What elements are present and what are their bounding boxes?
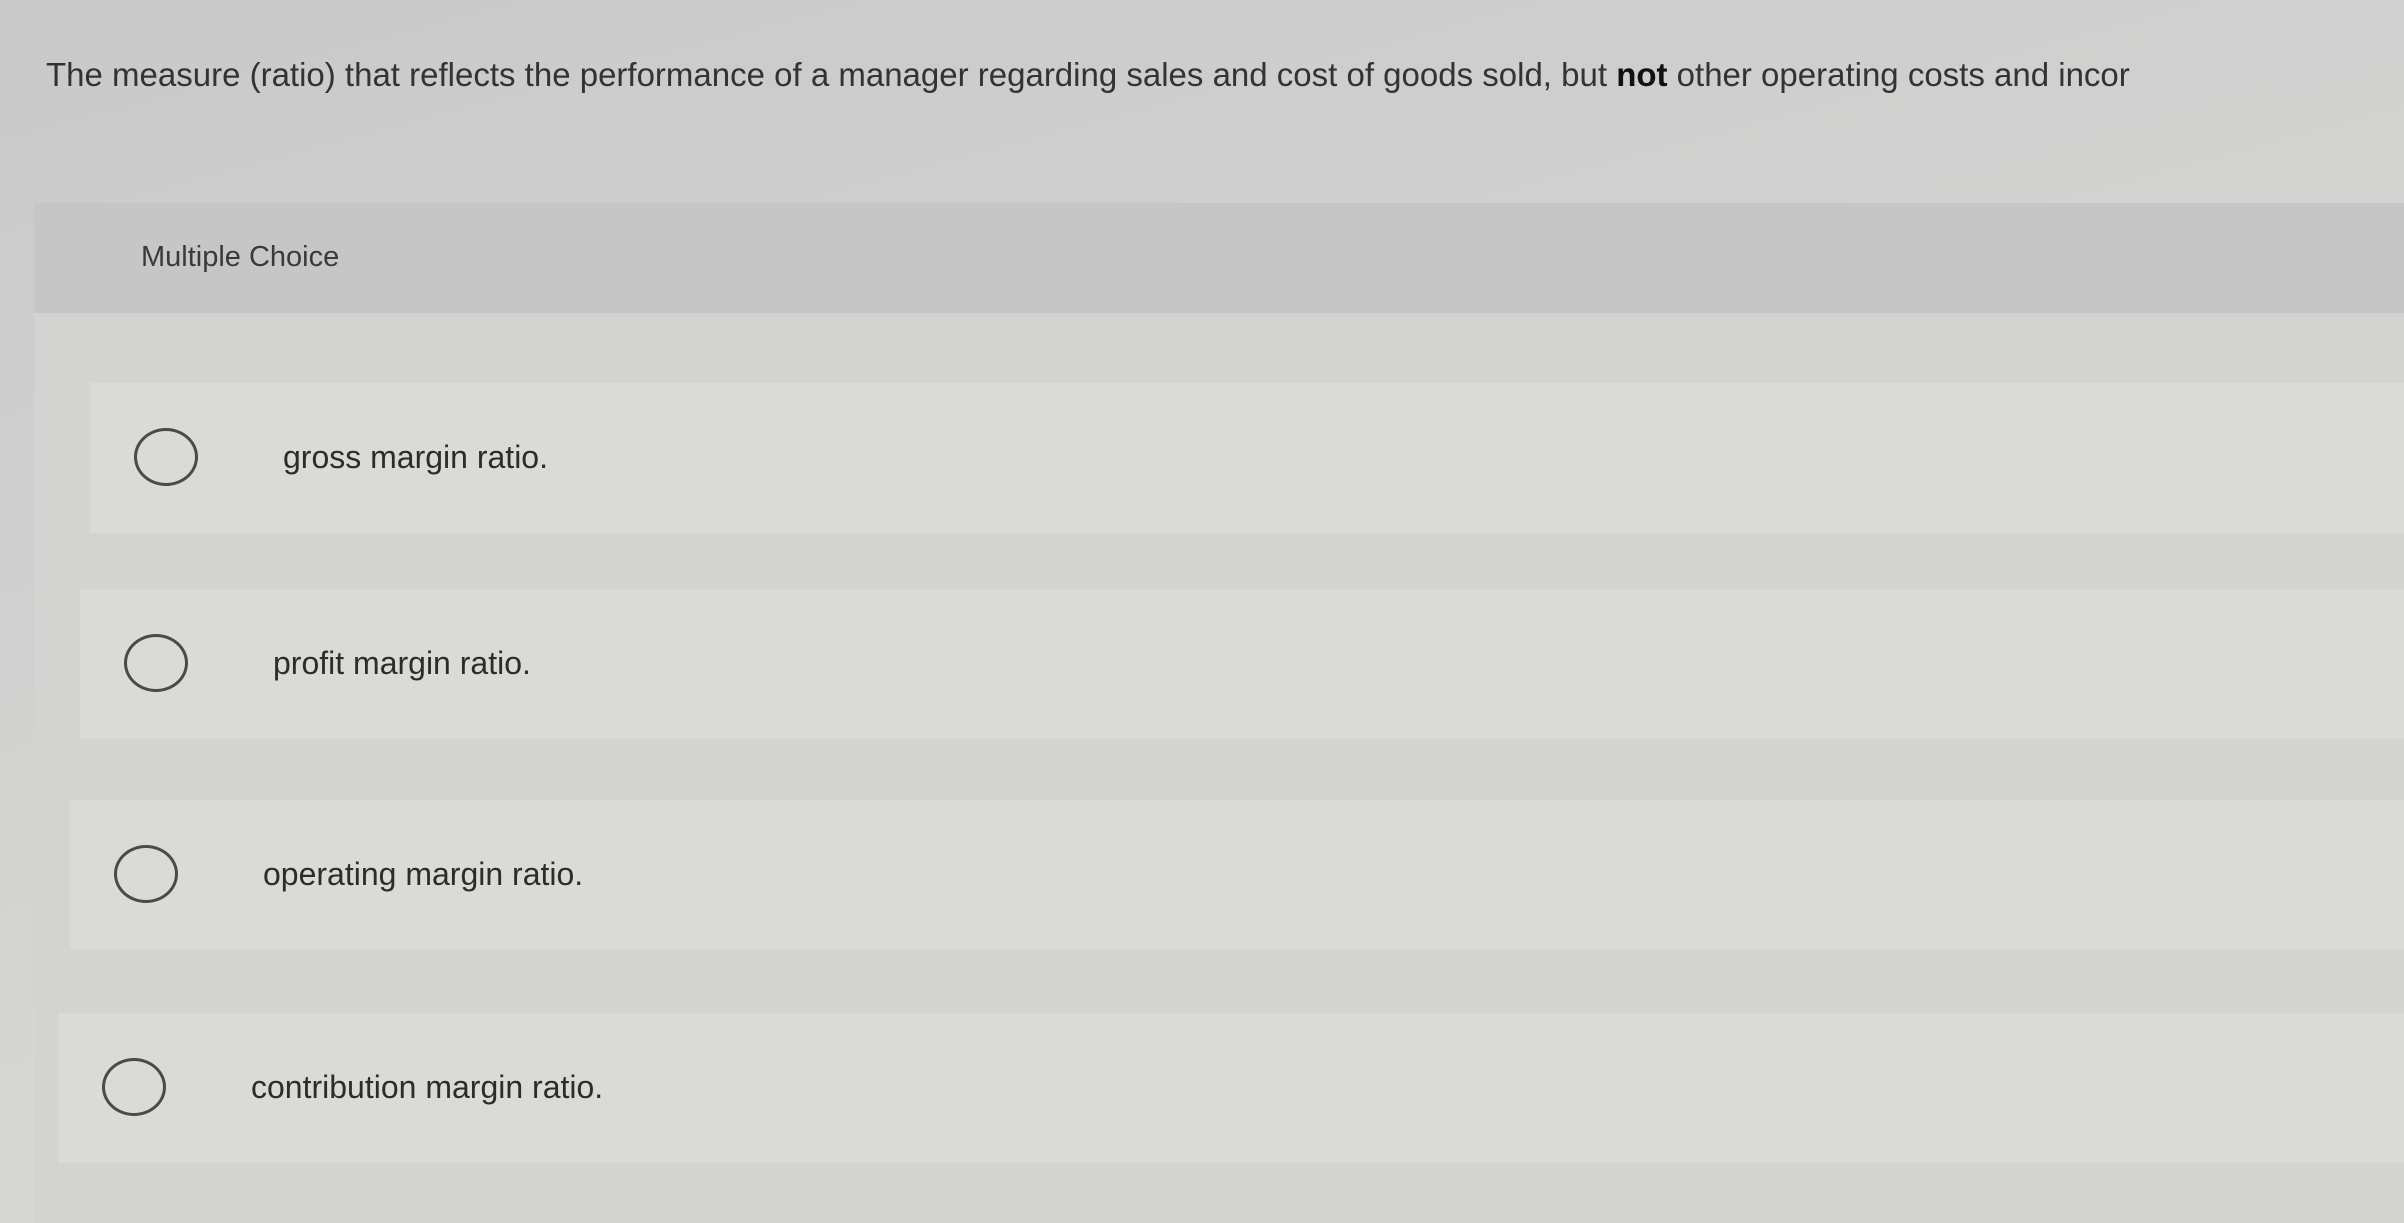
- option-profit-margin-ratio[interactable]: profit margin ratio.: [80, 589, 2404, 739]
- radio-button[interactable]: [114, 845, 178, 903]
- radio-button[interactable]: [134, 428, 198, 486]
- option-gross-margin-ratio[interactable]: gross margin ratio.: [90, 383, 2404, 533]
- radio-button[interactable]: [124, 634, 188, 692]
- option-operating-margin-ratio[interactable]: operating margin ratio.: [70, 800, 2404, 950]
- option-label: contribution margin ratio.: [251, 1069, 604, 1105]
- multiple-choice-panel: Multiple Choice gross margin ratio. prof…: [34, 203, 2404, 1223]
- option-label: profit margin ratio.: [273, 645, 531, 681]
- option-label: operating margin ratio.: [263, 856, 584, 892]
- multiple-choice-header: Multiple Choice: [34, 203, 2404, 313]
- option-contribution-margin-ratio[interactable]: contribution margin ratio.: [58, 1013, 2404, 1163]
- multiple-choice-title: Multiple Choice: [141, 241, 340, 273]
- radio-button[interactable]: [102, 1058, 166, 1116]
- question-text-start: The measure (ratio) that reflects the pe…: [46, 56, 1617, 93]
- option-label: gross margin ratio.: [283, 439, 548, 475]
- question-text-end: other operating costs and incor: [1667, 56, 2130, 93]
- question-text: The measure (ratio) that reflects the pe…: [46, 50, 2404, 100]
- question-emphasis: not: [1616, 56, 1668, 93]
